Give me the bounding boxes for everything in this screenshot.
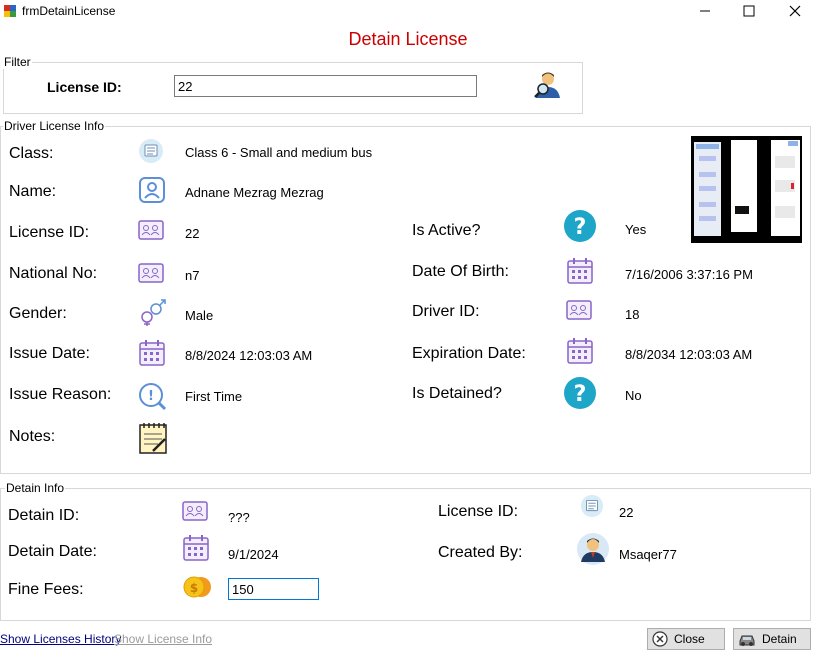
detain-button[interactable]: Detain — [733, 628, 811, 650]
is-active-label: Is Active? — [412, 222, 481, 239]
license-id-value: 22 — [185, 226, 200, 241]
photo-image — [694, 140, 800, 236]
dob-label: Date Of Birth: — [412, 263, 509, 280]
close-window-button[interactable] — [772, 0, 816, 22]
fine-fees-input[interactable] — [228, 578, 319, 600]
created-by-label: Created By: — [438, 544, 523, 561]
show-licenses-history-link[interactable]: Show Licenses History — [0, 632, 121, 646]
close-circle-icon — [652, 631, 668, 647]
filter-license-id-input[interactable] — [174, 75, 477, 97]
fine-fees-label: Fine Fees: — [8, 581, 84, 598]
id-card-icon — [182, 499, 208, 523]
close-icon — [789, 5, 801, 17]
question-icon: ? — [563, 376, 597, 410]
issue-reason-icon: ! — [137, 381, 167, 411]
show-license-info-link[interactable]: Show License Info — [114, 632, 212, 646]
close-button[interactable]: Close — [647, 628, 725, 650]
person-card-icon — [138, 176, 166, 204]
driver-id-label: Driver ID: — [412, 303, 480, 320]
svg-text:?: ? — [574, 215, 587, 240]
svg-text:!: ! — [148, 389, 154, 404]
detain-info-group — [0, 488, 811, 621]
id-card-icon — [138, 218, 164, 242]
calendar-icon — [566, 337, 594, 365]
calendar-icon — [566, 257, 594, 285]
app-icon — [3, 4, 17, 18]
national-no-label: National No: — [9, 265, 98, 282]
calendar-icon — [138, 339, 166, 367]
gender-label: Gender: — [9, 305, 67, 322]
detain-id-label: Detain ID: — [8, 507, 80, 524]
user-avatar-icon — [577, 533, 609, 565]
notes-label: Notes: — [9, 428, 56, 445]
dob-value: 7/16/2006 3:37:16 PM — [625, 267, 753, 282]
filter-group-label: Filter — [3, 55, 32, 69]
find-person-button[interactable] — [533, 70, 563, 100]
issue-reason-label: Issue Reason: — [9, 386, 112, 403]
created-by-value: Msaqer77 — [619, 547, 677, 562]
gender-value: Male — [185, 308, 214, 323]
driver-info-group-label: Driver License Info — [3, 119, 106, 133]
is-detained-label: Is Detained? — [412, 385, 502, 402]
is-detained-value: No — [625, 388, 642, 403]
minimize-button[interactable] — [682, 0, 728, 22]
issue-date-value: 8/8/2024 12:03:03 AM — [185, 348, 313, 363]
driver-license-info-group — [0, 126, 811, 474]
detain-id-value: ??? — [228, 510, 250, 525]
name-label: Name: — [9, 183, 57, 200]
window-title: frmDetainLicense — [22, 4, 116, 18]
detain-license-id-value: 22 — [619, 505, 634, 520]
detain-license-id-label: License ID: — [438, 503, 519, 520]
car-icon — [739, 635, 755, 646]
issue-date-label: Issue Date: — [9, 345, 90, 362]
search-person-icon — [534, 72, 560, 98]
national-id-icon — [138, 261, 164, 285]
close-button-label: Close — [674, 632, 705, 646]
license-class-icon — [580, 494, 604, 518]
expiration-date-label: Expiration Date: — [412, 345, 526, 362]
question-icon: ? — [563, 209, 597, 243]
license-class-icon — [138, 138, 164, 164]
title-bar: frmDetainLicense — [0, 0, 816, 24]
id-card-icon — [566, 298, 592, 322]
maximize-icon — [743, 5, 755, 17]
detain-date-value: 9/1/2024 — [228, 547, 279, 562]
coins-icon: $ — [181, 574, 213, 600]
class-value: Class 6 - Small and medium bus — [185, 145, 373, 160]
svg-text:$: $ — [190, 581, 198, 595]
detain-info-group-label: Detain Info — [5, 481, 66, 495]
detain-date-label: Detain Date: — [8, 543, 97, 560]
issue-reason-value: First Time — [185, 389, 243, 404]
notes-icon — [137, 421, 169, 455]
driver-id-value: 18 — [625, 307, 640, 322]
maximize-button[interactable] — [726, 0, 772, 22]
calendar-icon — [182, 534, 210, 562]
is-active-value: Yes — [625, 222, 647, 237]
detain-button-label: Detain — [762, 632, 797, 646]
expiration-date-value: 8/8/2034 12:03:03 AM — [625, 347, 753, 362]
name-value: Adnane Mezrag Mezrag — [185, 185, 324, 200]
license-id-label: License ID: — [9, 224, 90, 241]
driver-photo — [691, 136, 802, 243]
minimize-icon — [700, 10, 710, 12]
class-label: Class: — [9, 145, 54, 162]
form-title: Detain License — [348, 29, 468, 49]
filter-license-id-label: License ID: — [47, 79, 122, 95]
national-no-value: n7 — [185, 268, 200, 283]
user-avatar — [576, 532, 610, 566]
svg-text:?: ? — [574, 382, 587, 407]
gender-icon — [137, 299, 167, 327]
